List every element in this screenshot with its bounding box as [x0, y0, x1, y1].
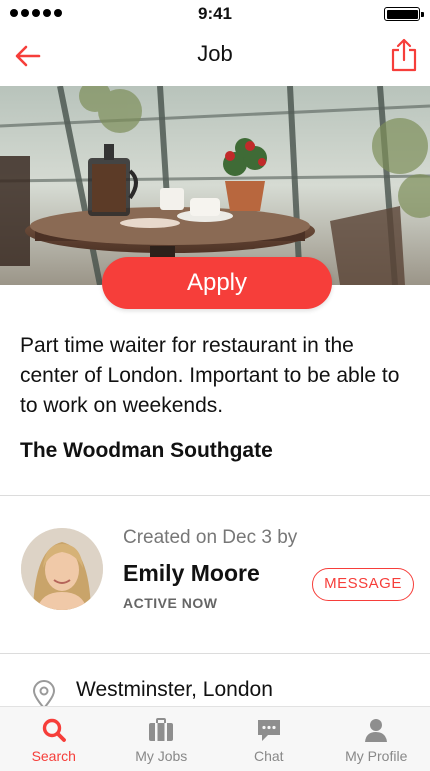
avatar[interactable] [21, 528, 103, 610]
active-status: ACTIVE NOW [123, 595, 218, 611]
page-title: Job [197, 41, 233, 66]
status-bar: 9:41 [0, 0, 430, 28]
tab-label: My Profile [345, 748, 408, 764]
divider [0, 653, 430, 654]
business-name: The Woodman Southgate [20, 439, 273, 462]
tab-bar: Search My Jobs Chat My Profile [0, 706, 430, 771]
search-icon [42, 718, 66, 742]
job-description: Part time waiter for restaurant in the c… [20, 334, 400, 417]
poster-photo [21, 528, 103, 610]
tab-label: Chat [253, 748, 284, 764]
profile-icon [365, 719, 388, 742]
poster-name[interactable]: Emily Moore [123, 560, 260, 587]
chat-icon [257, 720, 280, 741]
divider [0, 495, 430, 496]
message-button[interactable]: MESSAGE [312, 568, 414, 601]
briefcase-icon [149, 718, 174, 741]
job-location: Westminster, London [76, 678, 273, 701]
created-info: Created on Dec 3 by [123, 527, 298, 548]
tab-chat[interactable]: Chat [215, 707, 323, 771]
tab-my-profile[interactable]: My Profile [323, 707, 430, 771]
tab-my-jobs[interactable]: My Jobs [108, 707, 216, 771]
tab-search[interactable]: Search [0, 707, 108, 771]
status-time: 9:41 [197, 4, 233, 23]
tab-label: Search [31, 748, 76, 764]
battery-icon [384, 7, 424, 21]
job-cover-photo [0, 86, 430, 285]
share-button[interactable] [390, 37, 418, 73]
share-icon [391, 38, 417, 72]
apply-button[interactable]: Apply [102, 257, 332, 309]
nav-bar: Job [0, 28, 430, 84]
tab-label: My Jobs [135, 748, 188, 764]
